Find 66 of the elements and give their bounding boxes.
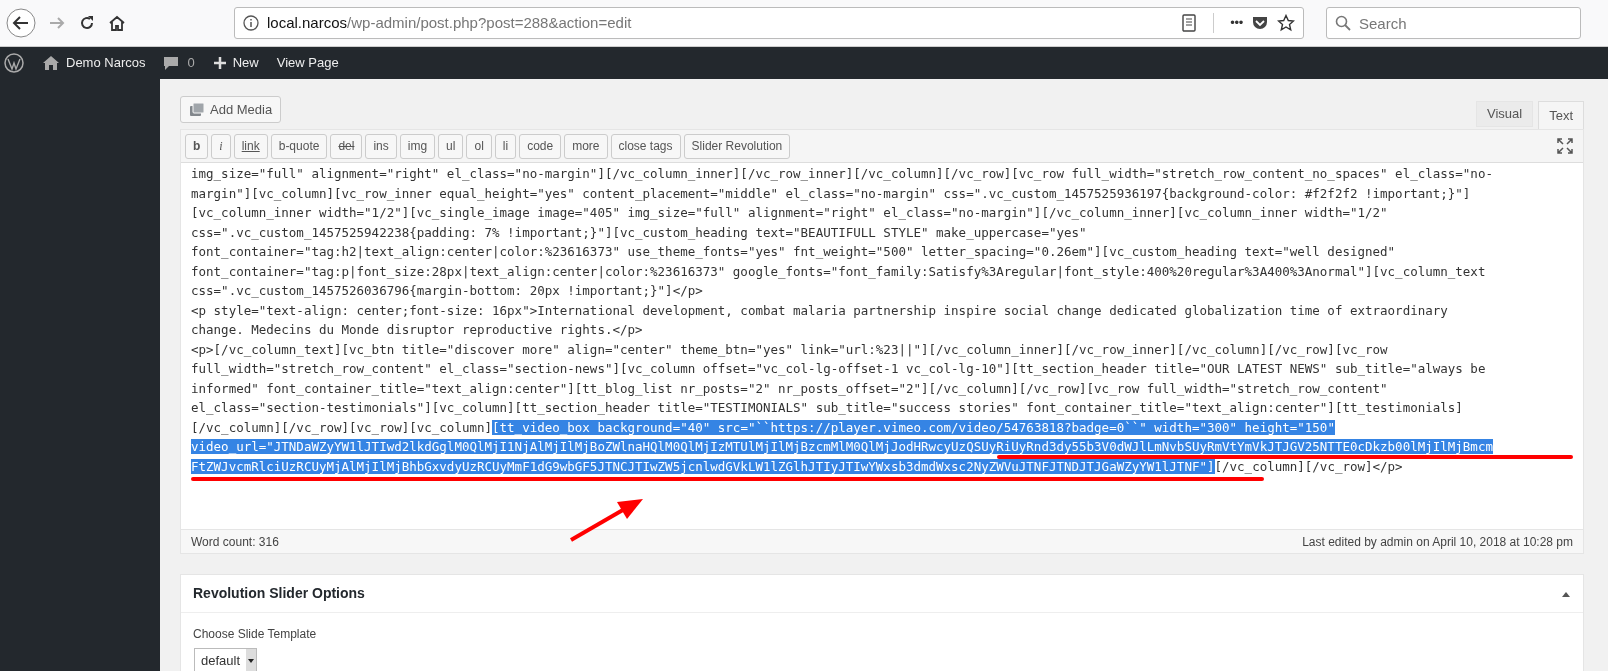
back-icon[interactable] <box>6 8 36 38</box>
template-select[interactable]: default <box>194 648 258 671</box>
quicktag-button[interactable]: ul <box>438 133 464 159</box>
url-text: local.narcos/wp-admin/post.php?post=288&action=edit <box>267 12 632 33</box>
search-field[interactable]: Search <box>1326 7 1581 39</box>
code-text: [/vc_column][/vc_row]</p> <box>1214 458 1403 474</box>
code-text: video_url="JTNDaWZyYW1lJTIwd2lkdGglM0QlMjI1NjAlMjIlMjBoZWlnaHQlM0QlMjIzMTUlMjIlMjBzcmMlM0QlMjJodHRwcyUzQSUyRiUyRnd3dy55b3V0dWJlLmNvbSUyRmVtYmVkJTJGV25NTTE0cDkzb00lMjIlMjBmcm <box>191 439 1493 454</box>
quicktag-button[interactable]: more <box>564 133 608 159</box>
quicktag-button[interactable]: link <box>233 133 268 159</box>
pocket-icon[interactable] <box>1251 15 1269 31</box>
site-name: Demo Narcos <box>66 54 146 73</box>
code-text: img_size="full" alignment="right" el_class="no-margin"][/vc_column_inner][/vc_row_inner][/vc_column][/vc_row][vc_row full_width="stretch_row_content_no_spaces" el_class="no- <box>191 166 1493 181</box>
quicktag-button[interactable]: li <box>494 133 517 159</box>
word-count: Word count: 316 <box>191 533 279 551</box>
code-text: [vc_column_inner width="1/2"][vc_single_image image="405" img_size="full" alignment="right" el_class="no-margin"][/vc_column_inner][vc_column_inner width="1/2" <box>191 205 1388 220</box>
comment-count: 0 <box>187 54 195 73</box>
plus-icon <box>212 56 227 70</box>
fullscreen-icon[interactable] <box>1557 138 1573 154</box>
url-field[interactable]: local.narcos/wp-admin/post.php?post=288&action=edit ••• <box>234 7 1304 39</box>
code-text: <p style="text-align: center;font-size: 16px">International development, combat malaria partnership inspire social change dedicated globalization time of extraordinary <box>191 302 1448 318</box>
comments-link[interactable]: 0 <box>163 53 195 73</box>
code-text: font_container="tag:p|font_size:28px|text_align:center|color:%23616373" google_fonts="font_family:Satisfy%3Aregular|font_style:400%20regular%3A400%3Anormal"][vc_column_text <box>191 263 1486 279</box>
quicktag-button[interactable]: b-quote <box>270 133 328 159</box>
select-value: default <box>200 652 242 671</box>
add-media-button[interactable]: Add Media <box>180 96 282 123</box>
field-label: Choose Slide Template <box>192 626 318 643</box>
code-text: FtZWJvcmRlciUzRCUyMjAlMjIlMjBhbGxvdyUzRCUyMmF1dG9wbGF5JTNCJTIwZW5jcnlwdGVkLW1lZGlhJTIyJTIwYWxsb3dmdWxsc2NyZWVuJTNFJTNDJTJGaWZyYW1lJTNF"] <box>191 458 1215 474</box>
code-text: [/vc_column][/vc_row][vc_row][vc_column] <box>191 419 493 435</box>
panel-title: Revolution Slider Options <box>193 584 365 603</box>
info-icon <box>243 15 259 31</box>
quicktag-button[interactable]: Slider Revolution <box>683 133 791 159</box>
home-icon <box>42 55 60 71</box>
star-icon[interactable] <box>1277 14 1295 32</box>
reload-icon[interactable] <box>78 14 96 32</box>
quicktag-button[interactable]: b <box>185 133 209 159</box>
more-menu[interactable]: ••• <box>1230 13 1243 33</box>
code-text: change. Medecins du Monde disruptor reproductive rights.</p> <box>191 322 643 337</box>
quicktag-button[interactable]: close tags <box>610 133 681 159</box>
new-link[interactable]: New <box>212 53 259 73</box>
editor-tab[interactable]: Visual <box>1475 101 1534 127</box>
new-label: New <box>232 54 259 73</box>
media-icon <box>189 101 205 118</box>
code-text: full_width="stretch_row_content" el_class="section-news"][vc_column offset="vc_col-lg-offset-1 vc_col-lg-10"][tt_section_header title="OUR LATEST NEWS" sub_title="always be <box>191 361 1486 376</box>
code-text: <p>[/vc_column_text][vc_btn title="discover more" align="center" theme_btn="yes" link="url:%23||"][/vc_column_inner][/vc_row_inner][/vc_column][/vc_row][vc_row <box>191 341 1388 357</box>
editor-tab[interactable]: Text <box>1538 101 1584 129</box>
code-text: css=".vc_custom_1457526036796{margin-bottom: 20px !important;}"]</p> <box>191 283 703 298</box>
quicktag-button[interactable]: ol <box>466 133 492 159</box>
code-text: font_container="tag:h2|text_align:center|color:%23616373" use_theme_fonts="yes" fnt_weight="500" letter_spacing="0.26em"][vc_custom_heading text="well designed" <box>191 244 1396 259</box>
quicktag-button[interactable]: img <box>399 133 436 159</box>
last-edited: Last edited by admin on April 10, 2018 at 10:28 pm <box>1302 533 1573 551</box>
view-page-link[interactable]: View Page <box>276 53 339 73</box>
code-text: css=".vc_custom_1457525942238{padding: 7% !important;}"][vc_custom_heading text="BEAUTIFULL STYLE" make_uppercase="yes" <box>191 224 1087 240</box>
code-text: el_class="section-testimonials"][vc_column][tt_section_header title="TESTIMONIALS" sub_title="success stories" font_container_title="text_align:center"][tt_testimonials] <box>191 400 1463 415</box>
site-link[interactable]: Demo Narcos <box>42 53 146 73</box>
quicktag-button[interactable]: del <box>330 133 363 159</box>
quicktag-button[interactable]: code <box>519 133 562 159</box>
quicktag-button[interactable]: i <box>211 133 231 159</box>
home-icon[interactable] <box>108 14 126 32</box>
code-text: margin"][vc_column][vc_row_inner equal_height="yes" content_placement="middle" el_class="no-margin" css=".vc_custom_1457525936197{background-color: #f2f2f2 !important;}"] <box>191 185 1471 201</box>
wordpress-icon[interactable] <box>4 53 24 73</box>
quicktag-button[interactable]: ins <box>365 133 397 159</box>
reader-icon[interactable] <box>1181 14 1198 32</box>
code-text: informed" font_container_title="text_align:center"][tt_blog_list nr_posts="2" nr_posts_offset="2"][/vc_column][/vc_row][vc_row full_width="stretch_row_content" <box>191 380 1388 396</box>
code-text: [tt_video_box background="40" src="``https://player.vimeo.com/video/54763818?badge=0``" width="300" height="150" <box>492 419 1335 435</box>
comment-icon <box>163 55 180 71</box>
search-icon <box>1335 15 1351 31</box>
